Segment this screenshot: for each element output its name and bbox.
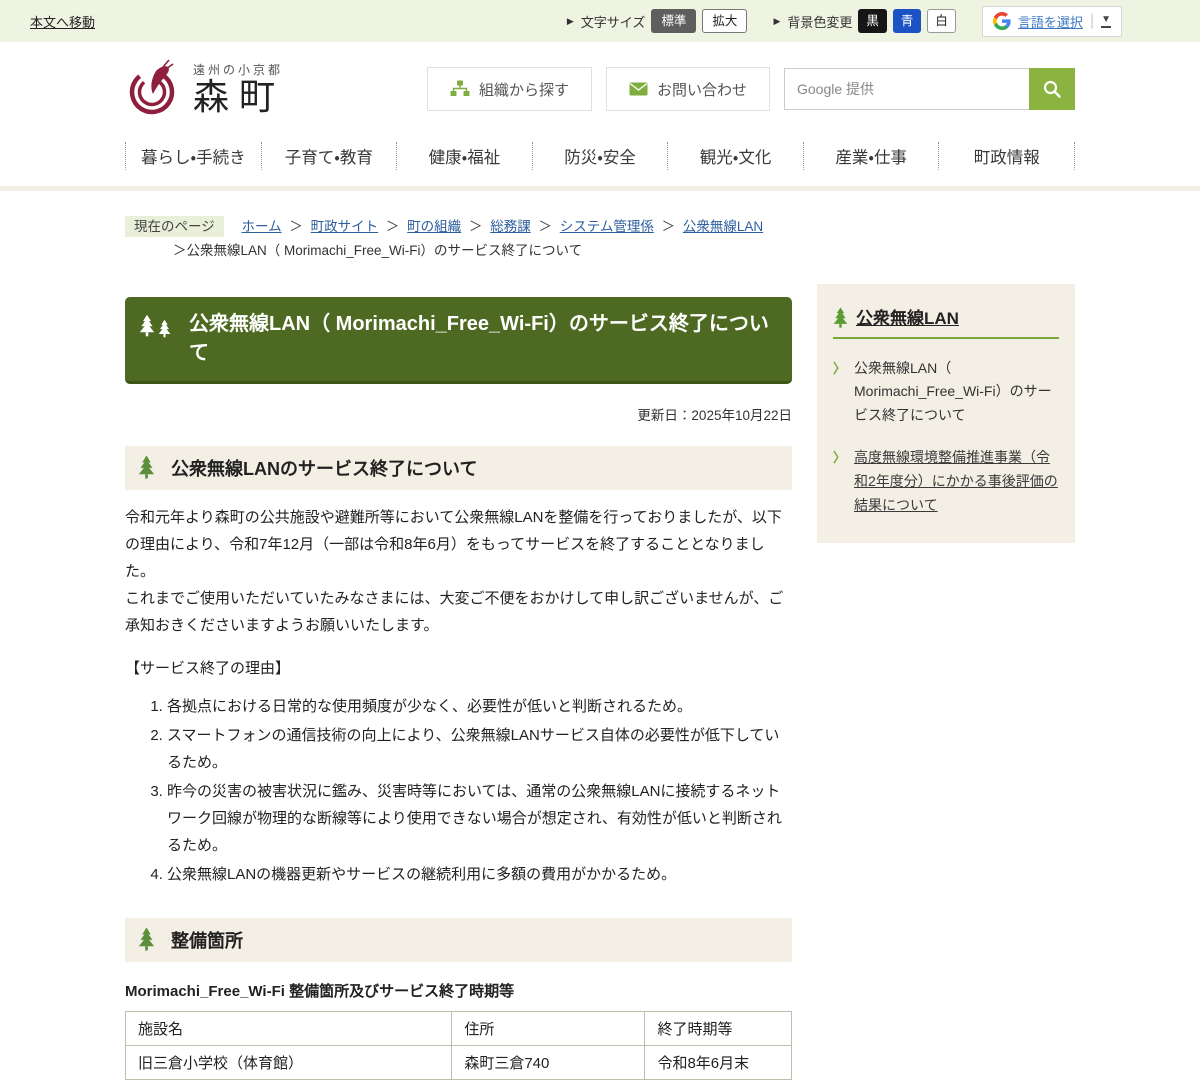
nav-item-sangyo[interactable]: 産業・仕事 xyxy=(804,140,939,172)
breadcrumb-link-chosei-site[interactable]: 町政サイト xyxy=(311,219,379,234)
site-name: 森町 xyxy=(193,78,285,118)
mori-town-emblem-icon xyxy=(125,58,183,120)
section-heading-service-end: 公衆無線LANのサービス終了について xyxy=(125,446,792,490)
list-item: 昨今の災害の被害状況に鑑み、災害時等においては、通常の公衆無線LANに接続するネ… xyxy=(167,778,792,859)
breadcrumb-link-home[interactable]: ホーム xyxy=(242,219,282,234)
breadcrumb: 現在のページ ホーム ＞ 町政サイト ＞ 町の組織 ＞ 総務課 ＞ システム管理… xyxy=(125,215,1075,264)
font-size-label: 文字サイズ xyxy=(581,12,646,31)
caret-down-icon: ▼ xyxy=(1101,15,1111,28)
global-nav: 暮らし・手続き 子育て・教育 健康・福祉 防災・安全 観光・文化 産業・仕事 町… xyxy=(125,140,1075,186)
paragraph: 令和元年より森町の公共施設や避難所等において公衆無線LANを整備を行っておりまし… xyxy=(125,504,792,585)
language-select-label: 言語を選択 xyxy=(1018,12,1083,31)
contact-button[interactable]: お問い合わせ xyxy=(606,67,770,111)
pine-tree-icon xyxy=(138,926,155,957)
chevron-right-icon: 〉 xyxy=(833,357,846,428)
cell-facility: 旧三倉小学校（体育館） xyxy=(126,1045,452,1079)
nav-item-kenko[interactable]: 健康・福祉 xyxy=(397,140,532,172)
bg-color-label: 背景色変更 xyxy=(787,12,852,31)
column-header-address: 住所 xyxy=(452,1011,645,1045)
google-logo-icon xyxy=(993,12,1011,30)
breadcrumb-separator: ＞ xyxy=(662,219,676,234)
breadcrumb-link-somuka[interactable]: 総務課 xyxy=(490,219,531,234)
pine-trees-icon xyxy=(139,313,171,339)
column-header-facility: 施設名 xyxy=(126,1011,452,1045)
contact-label: お問い合わせ xyxy=(657,79,747,100)
list-item: 各拠点における日常的な使用頻度が少なく、必要性が低いと判断されるため。 xyxy=(167,693,792,720)
section-heading-locations: 整備箇所 xyxy=(125,918,792,962)
utility-controls: ▶ 文字サイズ 標準 拡大 ▶ 背景色変更 黒 青 白 言語を選択 | ▼ xyxy=(567,6,1122,37)
page-title-banner: 公衆無線LAN（ Morimachi_Free_Wi-Fi）のサービス終了につい… xyxy=(125,297,792,384)
breadcrumb-separator: ＞ xyxy=(538,219,552,234)
chevron-right-icon: 〉 xyxy=(833,446,846,517)
nav-item-kurashi[interactable]: 暮らし・手続き xyxy=(126,140,261,172)
page-title-text: 公衆無線LAN（ Morimachi_Free_Wi-Fi）のサービス終了につい… xyxy=(189,313,769,364)
header-divider xyxy=(0,186,1200,191)
divider: | xyxy=(1090,12,1094,30)
breadcrumb-link-wlan[interactable]: 公衆無線LAN xyxy=(683,219,763,234)
site-search xyxy=(784,68,1075,110)
list-item: スマートフォンの通信技術の向上により、公衆無線LANサービス自体の必要性が低下し… xyxy=(167,722,792,776)
pine-tree-icon xyxy=(833,306,848,329)
cell-address: 森町三倉740 xyxy=(452,1045,645,1079)
org-search-button[interactable]: 組織から探す xyxy=(427,67,592,111)
table-row: 旧三倉小学校（体育館） 森町三倉740 令和8年6月末 xyxy=(126,1045,792,1079)
sidebar-title-link[interactable]: 公衆無線LAN xyxy=(856,304,959,329)
table-caption: Morimachi_Free_Wi-Fi 整備箇所及びサービス終了時期等 xyxy=(125,980,792,1001)
list-item: 公衆無線LANの機器更新やサービスの継続利用に多額の費用がかかるため。 xyxy=(167,861,792,888)
sidebar-item-service-end[interactable]: 〉 公衆無線LAN（ Morimachi_Free_Wi-Fi）のサービス終了に… xyxy=(833,357,1059,428)
reasons-list: 各拠点における日常的な使用頻度が少なく、必要性が低いと判断されるため。 スマート… xyxy=(139,693,792,888)
language-select-widget[interactable]: 言語を選択 | ▼ xyxy=(982,6,1122,37)
breadcrumb-separator: ＞ xyxy=(289,219,303,234)
search-button[interactable] xyxy=(1029,68,1075,110)
pine-tree-icon xyxy=(138,454,155,485)
updated-date: 更新日：2025年10月22日 xyxy=(125,404,792,424)
column-header-end-date: 終了時期等 xyxy=(645,1011,792,1045)
font-size-large-button[interactable]: 拡大 xyxy=(702,9,747,34)
bg-blue-button[interactable]: 青 xyxy=(893,9,922,34)
arrow-right-icon: ▶ xyxy=(567,16,574,27)
nav-divider xyxy=(1074,142,1075,170)
section-heading-text: 整備箇所 xyxy=(171,931,243,951)
sidebar-item-evaluation[interactable]: 〉 高度無線環境整備推進事業（令和2年度分）にかかる事後評価の結果について xyxy=(833,446,1059,517)
utility-bar: 本文へ移動 ▶ 文字サイズ 標準 拡大 ▶ 背景色変更 黒 青 白 言語を選択 … xyxy=(0,0,1200,42)
table-header-row: 施設名 住所 終了時期等 xyxy=(126,1011,792,1045)
nav-item-kanko[interactable]: 観光・文化 xyxy=(668,140,803,172)
bg-black-button[interactable]: 黒 xyxy=(858,9,887,34)
paragraph: これまでご使用いただいていたみなさまには、大変ご不便をおかけして申し訳ございませ… xyxy=(125,585,792,639)
font-size-standard-button[interactable]: 標準 xyxy=(651,9,696,34)
cell-end-date: 令和8年6月末 xyxy=(645,1045,792,1079)
font-size-control: ▶ 文字サイズ 標準 拡大 xyxy=(567,9,748,34)
skip-to-content-link[interactable]: 本文へ移動 xyxy=(30,12,95,31)
search-icon xyxy=(1042,79,1062,99)
org-chart-icon xyxy=(450,80,470,98)
reasons-label: 【サービス終了の理由】 xyxy=(125,657,792,678)
breadcrumb-separator: ＞ xyxy=(469,219,483,234)
background-color-control: ▶ 背景色変更 黒 青 白 xyxy=(773,9,955,34)
nav-item-kosodate[interactable]: 子育て・教育 xyxy=(262,140,397,172)
section-heading-text: 公衆無線LANのサービス終了について xyxy=(171,459,477,479)
org-search-label: 組織から探す xyxy=(479,79,569,100)
breadcrumb-link-system[interactable]: システム管理係 xyxy=(560,219,654,234)
breadcrumb-link-soshiki[interactable]: 町の組織 xyxy=(407,219,461,234)
breadcrumb-separator: ＞ xyxy=(386,219,400,234)
site-tagline: 遠州の小京都 xyxy=(193,61,285,78)
bg-white-button[interactable]: 白 xyxy=(927,9,956,34)
nav-item-bosai[interactable]: 防災・安全 xyxy=(533,140,668,172)
nav-item-chosei[interactable]: 町政情報 xyxy=(939,140,1074,172)
search-input[interactable] xyxy=(784,68,1029,110)
facility-table: 施設名 住所 終了時期等 旧三倉小学校（体育館） 森町三倉740 令和8年6月末 xyxy=(125,1011,792,1080)
sidebar-wlan: 公衆無線LAN 〉 公衆無線LAN（ Morimachi_Free_Wi-Fi）… xyxy=(817,284,1075,544)
sidebar-item-label: 公衆無線LAN（ Morimachi_Free_Wi-Fi）のサービス終了につい… xyxy=(854,357,1059,428)
breadcrumb-label: 現在のページ xyxy=(125,216,224,237)
main-content: 公衆無線LAN（ Morimachi_Free_Wi-Fi）のサービス終了につい… xyxy=(125,284,792,1080)
envelope-icon xyxy=(629,82,648,96)
site-logo[interactable]: 遠州の小京都 森町 xyxy=(125,58,285,120)
breadcrumb-current-page: ＞公衆無線LAN（ Morimachi_Free_Wi-Fi）のサービス終了につ… xyxy=(173,239,1075,263)
site-header: 遠州の小京都 森町 組織から探す お問い合わせ xyxy=(0,42,1200,191)
sidebar-item-label: 高度無線環境整備推進事業（令和2年度分）にかかる事後評価の結果について xyxy=(854,446,1059,517)
arrow-right-icon: ▶ xyxy=(773,16,780,27)
